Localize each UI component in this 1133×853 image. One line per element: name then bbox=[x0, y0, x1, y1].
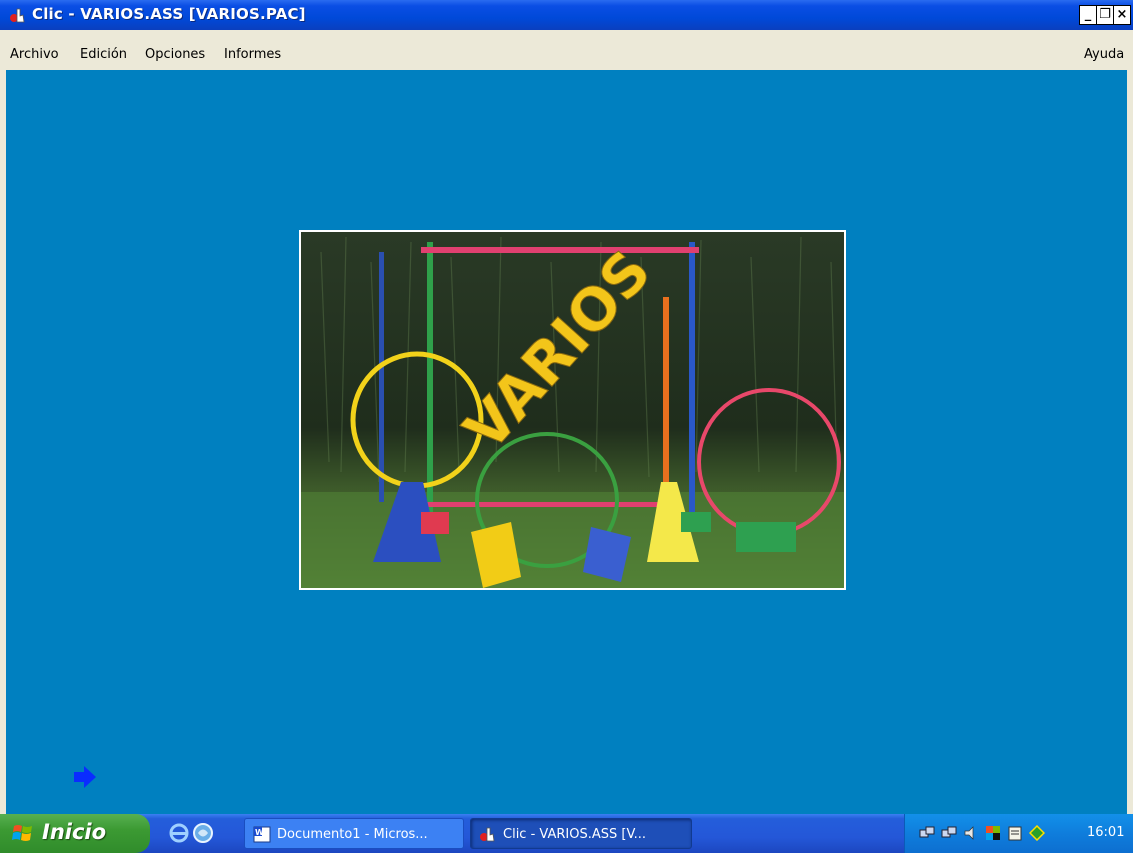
flag-icon[interactable] bbox=[985, 825, 1001, 841]
menu-edicion[interactable]: Edición bbox=[80, 47, 127, 62]
system-tray: 16:01 bbox=[904, 814, 1133, 853]
menu-informes[interactable]: Informes bbox=[224, 47, 281, 62]
restore-button[interactable]: ❐ bbox=[1096, 5, 1114, 25]
window-frame-left bbox=[0, 70, 6, 814]
menu-opciones[interactable]: Opciones bbox=[145, 47, 205, 62]
task-clic[interactable]: Clic - VARIOS.ASS [V... bbox=[470, 818, 692, 849]
next-arrow-icon[interactable] bbox=[72, 764, 98, 790]
windows-flag-icon bbox=[12, 825, 32, 841]
cover-image[interactable]: VARIOS bbox=[299, 230, 846, 590]
close-icon: × bbox=[1116, 7, 1128, 22]
browser-icon[interactable] bbox=[192, 822, 214, 844]
task-label: Clic - VARIOS.ASS [V... bbox=[503, 827, 647, 842]
notepad-icon[interactable] bbox=[1007, 825, 1023, 841]
taskbar: Inicio W Documento1 - Micros... Clic - V… bbox=[0, 814, 1133, 853]
minimize-button[interactable]: _ bbox=[1079, 5, 1097, 25]
task-documento1[interactable]: W Documento1 - Micros... bbox=[244, 818, 464, 849]
word-icon: W bbox=[253, 826, 271, 843]
close-button[interactable]: × bbox=[1113, 5, 1131, 25]
window-title: Clic - VARIOS.ASS [VARIOS.PAC] bbox=[32, 5, 306, 23]
menu-bar: Archivo Edición Opciones Informes Ayuda bbox=[0, 30, 1133, 70]
start-button[interactable]: Inicio bbox=[0, 814, 150, 853]
menu-archivo[interactable]: Archivo bbox=[10, 47, 59, 62]
volume-icon[interactable] bbox=[963, 825, 979, 841]
internet-explorer-icon[interactable] bbox=[168, 822, 190, 844]
cover-illustration: VARIOS bbox=[301, 232, 844, 588]
start-label: Inicio bbox=[42, 820, 107, 844]
clic-app-icon bbox=[480, 827, 495, 842]
antivirus-icon[interactable] bbox=[1029, 825, 1045, 841]
svg-text:W: W bbox=[255, 828, 264, 837]
network-icon[interactable] bbox=[941, 825, 957, 841]
clic-app-icon bbox=[10, 8, 25, 23]
menu-ayuda[interactable]: Ayuda bbox=[1084, 47, 1124, 62]
network-icon[interactable] bbox=[919, 825, 935, 841]
window-frame-right bbox=[1127, 70, 1133, 814]
title-bar[interactable]: Clic - VARIOS.ASS [VARIOS.PAC] _ ❐ × bbox=[0, 0, 1133, 30]
task-label: Documento1 - Micros... bbox=[277, 827, 428, 842]
minimize-icon: _ bbox=[1084, 7, 1092, 22]
clock: 16:01 bbox=[1087, 825, 1125, 840]
restore-icon: ❐ bbox=[1099, 7, 1111, 22]
